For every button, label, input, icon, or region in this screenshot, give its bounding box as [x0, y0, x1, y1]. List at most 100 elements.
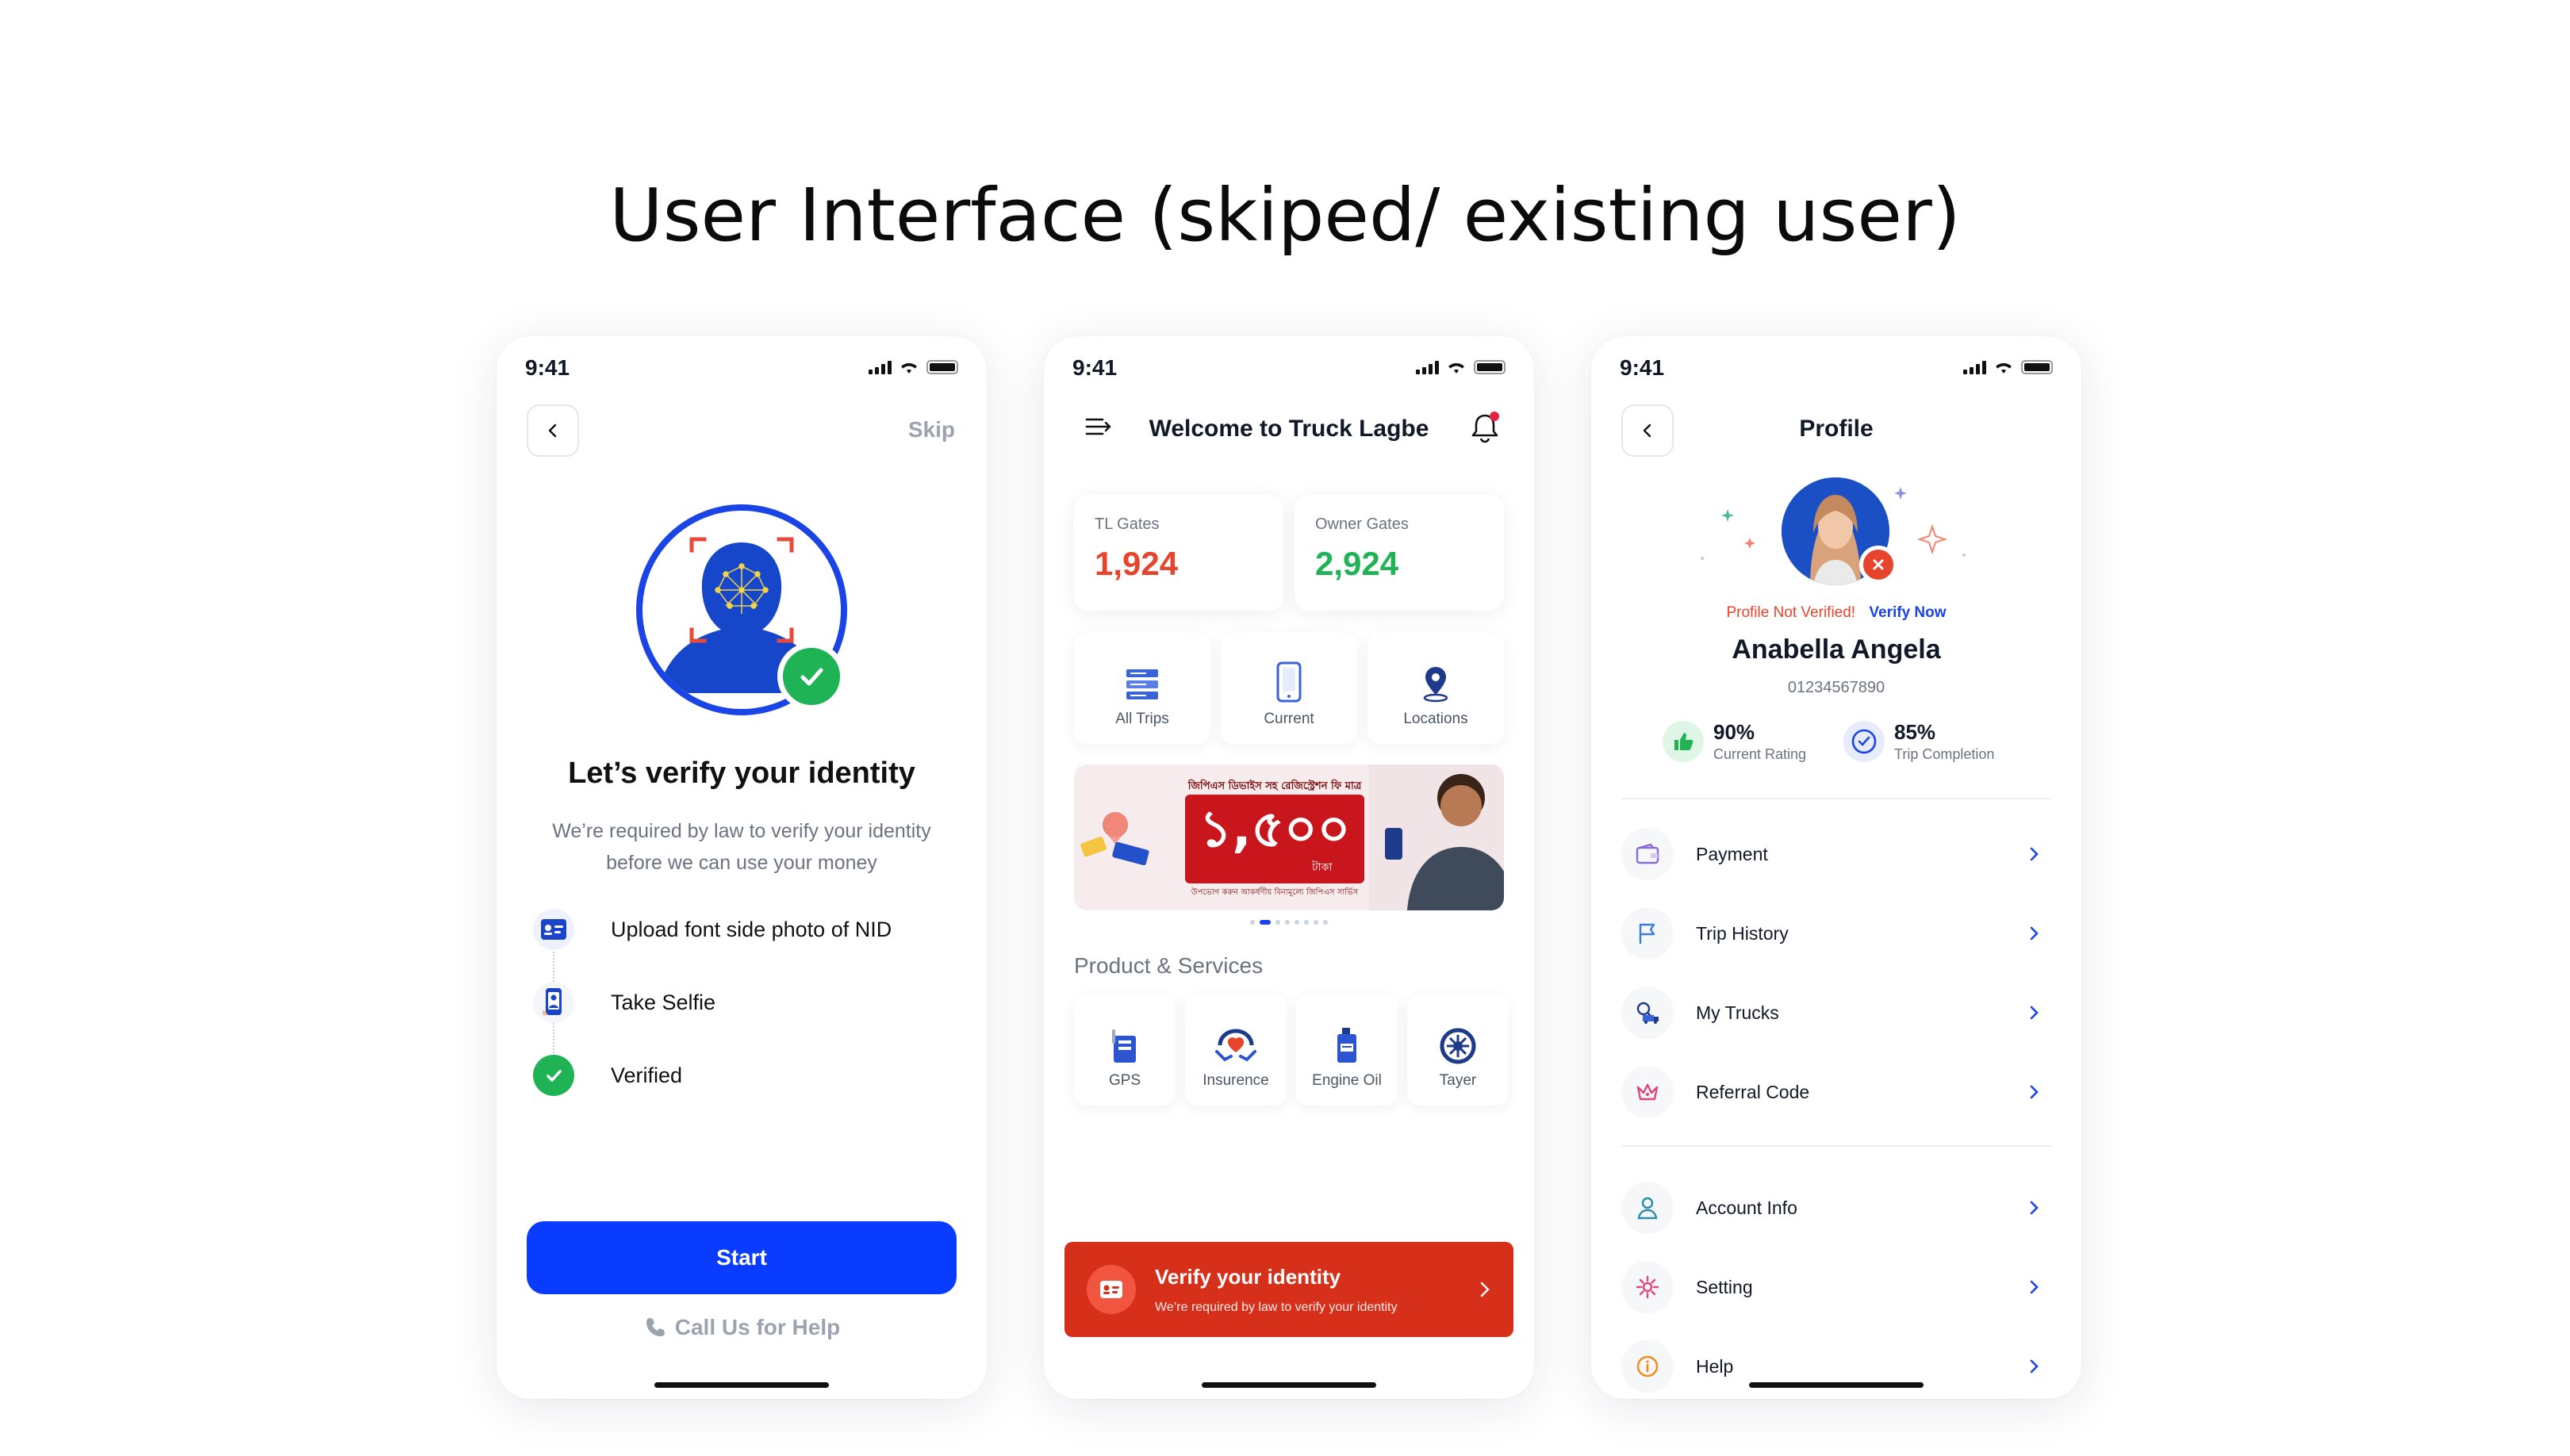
- divider: [1621, 798, 2051, 799]
- page-title: User Interface (skiped/ existing user): [609, 173, 1961, 258]
- menu-label: Payment: [1696, 843, 1768, 864]
- mobile-icon: [1276, 661, 1302, 703]
- profile-screen: 9:41 Profile Profile Not Verified! Verif…: [1591, 336, 2081, 1399]
- menu-item-account-info[interactable]: Account Info: [1621, 1182, 2051, 1234]
- home-indicator: [1202, 1382, 1376, 1388]
- tile-locations[interactable]: Locations: [1367, 633, 1504, 744]
- back-button[interactable]: [527, 404, 579, 457]
- header-title: Profile: [1799, 416, 1874, 442]
- divider: [1621, 1145, 2051, 1147]
- chevron-right-icon: [2030, 1006, 2039, 1020]
- gate-value: 1,924: [1095, 545, 1179, 582]
- status-time: 9:41: [525, 355, 570, 380]
- bell-icon: [1471, 412, 1499, 443]
- tl-gates-card[interactable]: TL Gates 1,924: [1074, 495, 1283, 611]
- owner-gates-card[interactable]: Owner Gates 2,924: [1295, 495, 1504, 611]
- tile-label: All Trips: [1115, 711, 1169, 727]
- verify-now-link[interactable]: Verify Now: [1869, 604, 1946, 621]
- stat-label: Current Rating: [1713, 746, 1807, 762]
- wifi-icon: [901, 363, 917, 374]
- product-label: GPS: [1108, 1072, 1141, 1089]
- banner-amount: ১,৫০০: [1199, 800, 1351, 859]
- banner-footer: উপভোগ করুন আকর্ষণীয় বিনামূল্যে জিপিএস স…: [1191, 888, 1359, 897]
- menu-item-trip-history[interactable]: Trip History: [1621, 907, 2051, 960]
- product-engine-oil[interactable]: Engine Oil: [1296, 994, 1398, 1105]
- step-label: Verified: [611, 1063, 683, 1087]
- product-tyre[interactable]: Tayer: [1407, 994, 1509, 1105]
- phone-icon: [646, 1318, 665, 1336]
- signal-icon: [1416, 360, 1439, 374]
- screen-title: Let’s verify your identity: [568, 757, 915, 790]
- menu-item-my-trucks[interactable]: My Trucks: [1621, 987, 2051, 1039]
- tile-label: Locations: [1403, 711, 1468, 727]
- section-title: Product & Services: [1074, 953, 1264, 978]
- id-card-icon: [533, 909, 574, 950]
- check-circle-icon: [533, 1055, 574, 1096]
- battery-icon: [2021, 360, 2053, 374]
- menu-label: Help: [1696, 1355, 1734, 1377]
- banner-headline: জিপিএস ডিভাইস সহ রেজিস্ট্রেশন ফি মাত্র: [1187, 780, 1362, 792]
- tile-label: Current: [1264, 711, 1314, 727]
- thumbs-up-icon: [1663, 721, 1704, 762]
- step-label: Take Selfie: [611, 990, 716, 1014]
- start-button[interactable]: Start: [527, 1221, 957, 1294]
- not-verified-label: Profile Not Verified!: [1726, 604, 1856, 621]
- status-bar: 9:41: [525, 354, 958, 385]
- step-verified[interactable]: Verified: [533, 1055, 682, 1096]
- verification-status: Profile Not Verified! Verify Now: [1591, 604, 2081, 622]
- wifi-icon: [1996, 363, 2012, 374]
- tyre-icon: [1440, 1028, 1476, 1064]
- skip-button[interactable]: Skip: [908, 417, 955, 443]
- wifi-icon: [1448, 363, 1464, 374]
- chevron-right-icon: [2030, 1280, 2039, 1294]
- crown-icon: [1621, 1066, 1674, 1118]
- menu-label: My Trucks: [1696, 1002, 1779, 1023]
- gear-icon: [1621, 1261, 1674, 1313]
- chevron-left-icon: [548, 423, 557, 438]
- call-help-link[interactable]: Call Us for Help: [497, 1315, 987, 1340]
- menu-item-referral-code[interactable]: Referral Code: [1621, 1066, 2051, 1118]
- stat-label: Trip Completion: [1894, 746, 1995, 762]
- menu-item-setting[interactable]: Setting: [1621, 1261, 2051, 1313]
- truck-search-icon: [1621, 987, 1674, 1039]
- verify-identity-card[interactable]: Verify your identity We’re required by l…: [1064, 1242, 1513, 1337]
- location-pin-icon: [1423, 667, 1448, 703]
- signal-icon: [1963, 360, 1986, 374]
- screen-subtitle: We’re required by law to verify your ide…: [528, 815, 955, 879]
- product-label: Insurence: [1203, 1072, 1269, 1089]
- notifications-button[interactable]: [1469, 411, 1501, 448]
- header-title: Welcome to Truck Lagbe: [1149, 416, 1429, 442]
- profile-name: Anabella Angela: [1732, 634, 1941, 665]
- step-upload-nid[interactable]: Upload font side photo of NID: [533, 909, 892, 950]
- chevron-right-icon: [2030, 1359, 2039, 1374]
- stat-value: 85%: [1894, 720, 1936, 744]
- home-indicator: [1749, 1382, 1924, 1388]
- menu-label: Setting: [1696, 1276, 1753, 1297]
- chevron-right-icon: [1480, 1282, 1490, 1297]
- promo-banner[interactable]: জিপিএস ডিভাইস সহ রেজিস্ট্রেশন ফি মাত্র ১…: [1074, 764, 1504, 910]
- product-gps[interactable]: GPS: [1074, 994, 1176, 1105]
- tile-current[interactable]: Current: [1221, 633, 1357, 744]
- stat-value: 90%: [1713, 720, 1755, 744]
- battery-icon: [1474, 360, 1506, 374]
- chevron-right-icon: [2030, 847, 2039, 861]
- profile-phone: 01234567890: [1787, 679, 1885, 696]
- gate-value: 2,924: [1315, 545, 1399, 582]
- tile-all-trips[interactable]: All Trips: [1074, 633, 1210, 744]
- product-insurance[interactable]: Insurence: [1185, 994, 1287, 1105]
- wallet-icon: [1621, 828, 1674, 880]
- chevron-right-icon: [2030, 926, 2039, 941]
- step-take-selfie[interactable]: Take Selfie: [533, 982, 715, 1023]
- banner-unit: টাকা: [1312, 861, 1333, 874]
- banner-pager[interactable]: [1044, 920, 1534, 925]
- check-circle-icon: [1843, 721, 1885, 762]
- status-bar: 9:41: [1072, 354, 1506, 385]
- status-bar: 9:41: [1620, 354, 2053, 385]
- flag-icon: [1621, 907, 1674, 960]
- product-label: Tayer: [1439, 1072, 1477, 1089]
- menu-item-payment[interactable]: Payment: [1621, 828, 2051, 880]
- status-time: 9:41: [1620, 355, 1665, 380]
- not-verified-x-icon: [1859, 546, 1897, 584]
- call-help-label: Call Us for Help: [674, 1315, 841, 1339]
- stat-current-rating: 90% Current Rating: [1663, 720, 1806, 763]
